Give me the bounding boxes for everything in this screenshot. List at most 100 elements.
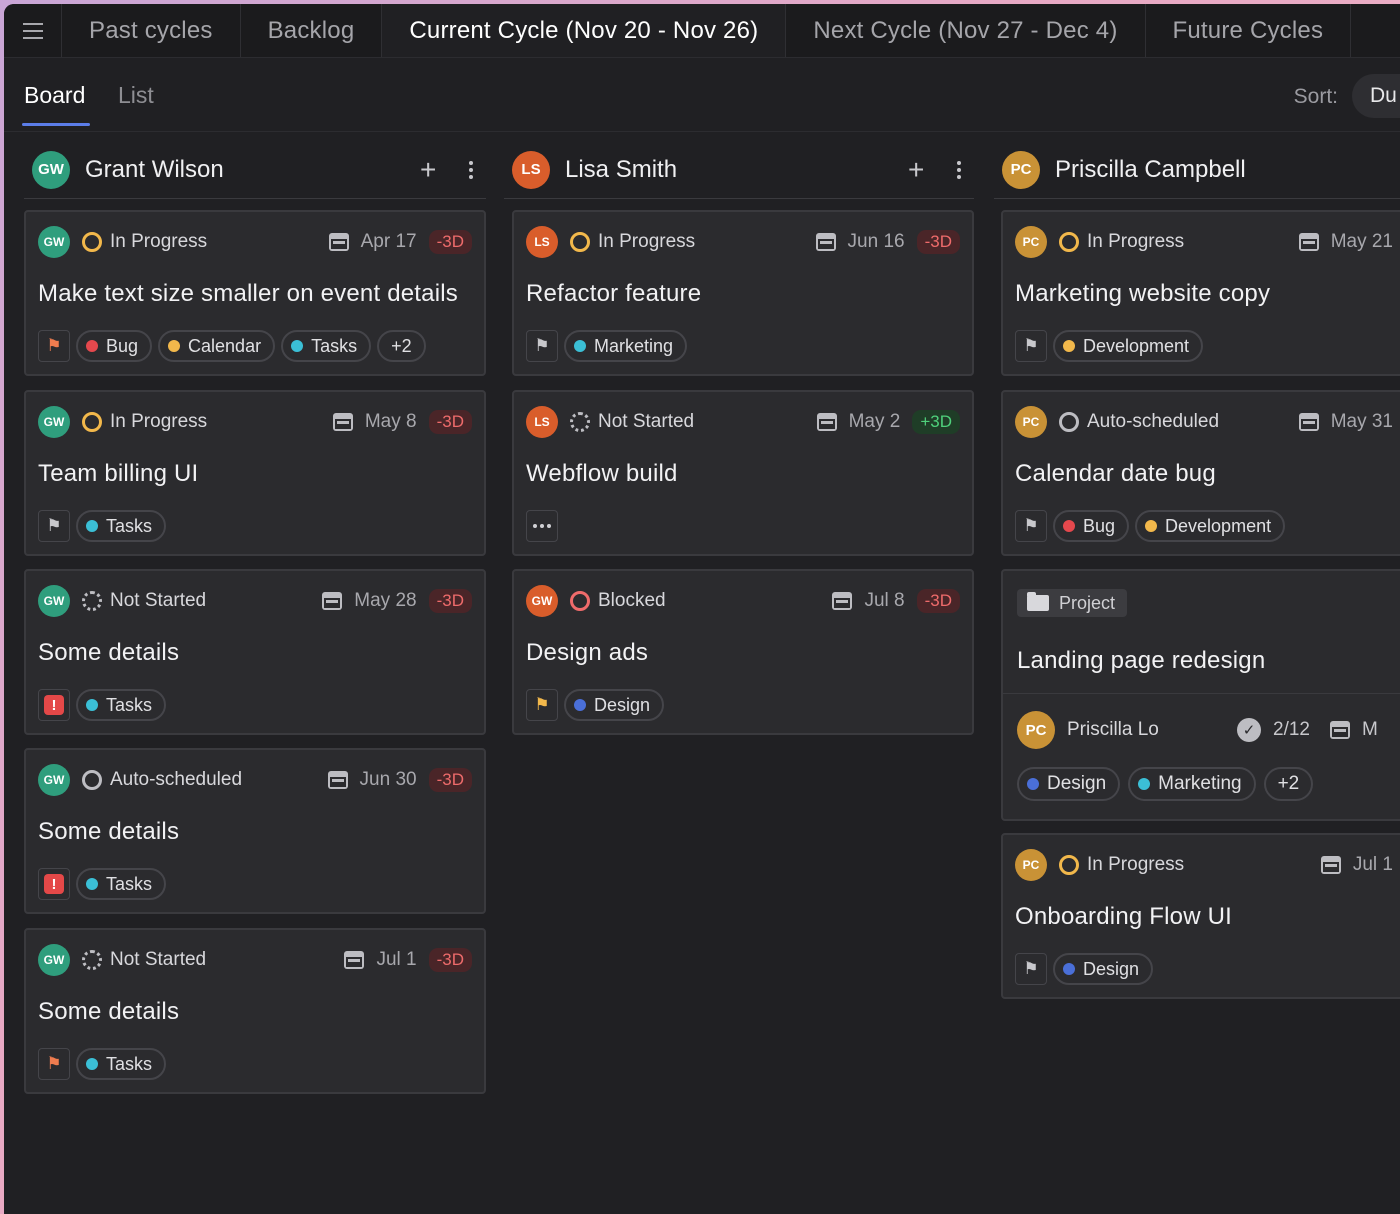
tab-next-cycle[interactable]: Next Cycle (Nov 27 - Dec 4) (786, 4, 1146, 57)
project-chip: Project (1017, 589, 1128, 617)
calendar-icon (1329, 721, 1350, 739)
more-tags-badge[interactable]: +2 (377, 330, 426, 362)
task-card[interactable]: GW Auto-scheduled Jun 30 -3D Some detail… (24, 748, 486, 914)
priority-flag-icon[interactable]: ⚑ (526, 689, 558, 721)
status-text: Auto-scheduled (1087, 411, 1220, 432)
label-tag[interactable]: Development (1135, 510, 1286, 542)
label-tag[interactable]: Development (1053, 330, 1204, 362)
status-label[interactable]: In Progress (82, 411, 333, 433)
avatar: GW (38, 406, 70, 438)
priority-flag-icon[interactable]: ⚑ (1015, 510, 1047, 542)
deadline-delta-badge: -3D (428, 410, 472, 434)
task-card[interactable]: GW Not Started May 28 -3D Some details !… (24, 569, 486, 735)
view-tab-list[interactable]: List (118, 82, 154, 109)
label-tag[interactable]: Design (564, 689, 665, 721)
project-owner: Priscilla Lo (1067, 719, 1159, 740)
due-date: Jul 1 (1352, 854, 1393, 875)
in-progress-icon (1059, 855, 1079, 875)
priority-flag-icon[interactable]: ⚑ (1015, 330, 1047, 362)
label-tag[interactable]: Tasks (76, 689, 167, 721)
label-tag[interactable]: Tasks (281, 330, 372, 362)
tag-text: Tasks (106, 873, 153, 894)
label-tag[interactable]: Tasks (76, 868, 167, 900)
tab-current-cycle[interactable]: Current Cycle (Nov 20 - Nov 26) (382, 4, 787, 57)
column-header: PC Priscilla Campbell (994, 141, 1400, 199)
more-tags-badge[interactable]: +2 (1263, 767, 1314, 801)
label-tag[interactable]: Tasks (76, 510, 167, 542)
priority-flag-icon[interactable]: ⚑ (38, 330, 70, 362)
tag-text: Marketing (1158, 773, 1242, 794)
task-card[interactable]: PC In Progress Jul 1 Onboarding Flow UI … (1001, 833, 1400, 999)
status-label[interactable]: Auto-scheduled (1059, 411, 1299, 433)
label-tag[interactable]: Design (1017, 767, 1121, 801)
status-label[interactable]: Not Started (82, 590, 322, 612)
status-text: Not Started (598, 411, 695, 432)
status-label[interactable]: In Progress (1059, 854, 1321, 876)
due-date: Jun 30 (359, 769, 417, 790)
status-label[interactable]: Not Started (82, 949, 344, 971)
priority-flag-icon[interactable]: ⚑ (38, 1048, 70, 1080)
tag-text: Development (1165, 515, 1272, 536)
priority-flag-icon[interactable]: ⚑ (1015, 953, 1047, 985)
task-card[interactable]: PC In Progress May 21 Marketing website … (1001, 210, 1400, 376)
status-label[interactable]: Auto-scheduled (82, 769, 328, 791)
status-label[interactable]: In Progress (82, 231, 329, 253)
status-label[interactable]: Not Started (570, 411, 817, 433)
label-tag[interactable]: Bug (76, 330, 153, 362)
task-card[interactable]: LS In Progress Jun 16 -3D Refactor featu… (512, 210, 974, 376)
project-card[interactable]: Project Landing page redesign PC Priscil… (1001, 569, 1400, 821)
status-label[interactable]: Blocked (570, 590, 832, 612)
status-text: In Progress (1087, 231, 1185, 252)
view-tab-board[interactable]: Board (24, 82, 85, 109)
task-card[interactable]: PC Auto-scheduled May 31 Calendar date b… (1001, 390, 1400, 556)
priority-flag-icon[interactable]: ⚑ (526, 330, 558, 362)
tab-past-cycles[interactable]: Past cycles (62, 4, 241, 57)
deadline-delta-badge: -3D (428, 589, 472, 613)
more-options-icon[interactable] (950, 160, 968, 179)
urgent-priority-icon[interactable]: ! (38, 689, 70, 721)
calendar-icon (332, 413, 353, 431)
more-options-icon[interactable] (526, 510, 558, 542)
calendar-icon (344, 951, 365, 969)
label-tag[interactable]: Tasks (76, 1048, 167, 1080)
not-started-icon (570, 412, 590, 432)
status-label[interactable]: In Progress (1059, 231, 1299, 253)
label-tag[interactable]: Marketing (564, 330, 688, 362)
task-card[interactable]: GW In Progress Apr 17 -3D Make text size… (24, 210, 486, 376)
avatar: PC (1002, 150, 1040, 189)
calendar-icon (1298, 233, 1319, 251)
add-task-icon[interactable]: + (420, 155, 448, 184)
add-task-icon[interactable]: + (908, 155, 936, 184)
tag-text: Development (1083, 335, 1190, 356)
avatar: LS (526, 406, 558, 438)
due-date: May 31 (1330, 411, 1393, 432)
task-progress: 2/12 (1273, 719, 1310, 740)
avatar: GW (38, 585, 70, 617)
urgent-priority-icon[interactable]: ! (38, 868, 70, 900)
tag-text: Bug (106, 335, 139, 356)
tab-future-cycles[interactable]: Future Cycles (1146, 4, 1352, 57)
tab-backlog[interactable]: Backlog (241, 4, 383, 57)
calendar-icon (328, 233, 349, 251)
status-text: In Progress (598, 231, 696, 252)
task-card[interactable]: GW In Progress May 8 -3D Team billing UI… (24, 390, 486, 556)
task-card[interactable]: GW Not Started Jul 1 -3D Some details ⚑ … (24, 928, 486, 1094)
label-tag[interactable]: Bug (1053, 510, 1130, 542)
due-date: May 2 (848, 411, 901, 432)
priority-flag-icon[interactable]: ⚑ (38, 510, 70, 542)
sort-select[interactable]: Du (1352, 74, 1400, 118)
more-options-icon[interactable] (462, 160, 480, 179)
calendar-icon (1320, 856, 1341, 874)
label-tag[interactable]: Design (1053, 953, 1154, 985)
task-card[interactable]: GW Blocked Jul 8 -3D Design ads ⚑ Design (512, 569, 974, 735)
tag-text: Design (1047, 773, 1107, 794)
status-label[interactable]: In Progress (570, 231, 816, 253)
column-lisa-smith: LS Lisa Smith + (504, 141, 974, 199)
task-card[interactable]: LS Not Started May 2 +3D Webflow build (512, 390, 974, 556)
column-title: Grant Wilson (85, 155, 224, 183)
menu-icon[interactable] (4, 4, 62, 57)
deadline-delta-badge: +3D (912, 410, 960, 434)
column-priscilla-campbell: PC Priscilla Campbell (994, 141, 1400, 199)
label-tag[interactable]: Marketing (1128, 767, 1256, 801)
label-tag[interactable]: Calendar (158, 330, 276, 362)
